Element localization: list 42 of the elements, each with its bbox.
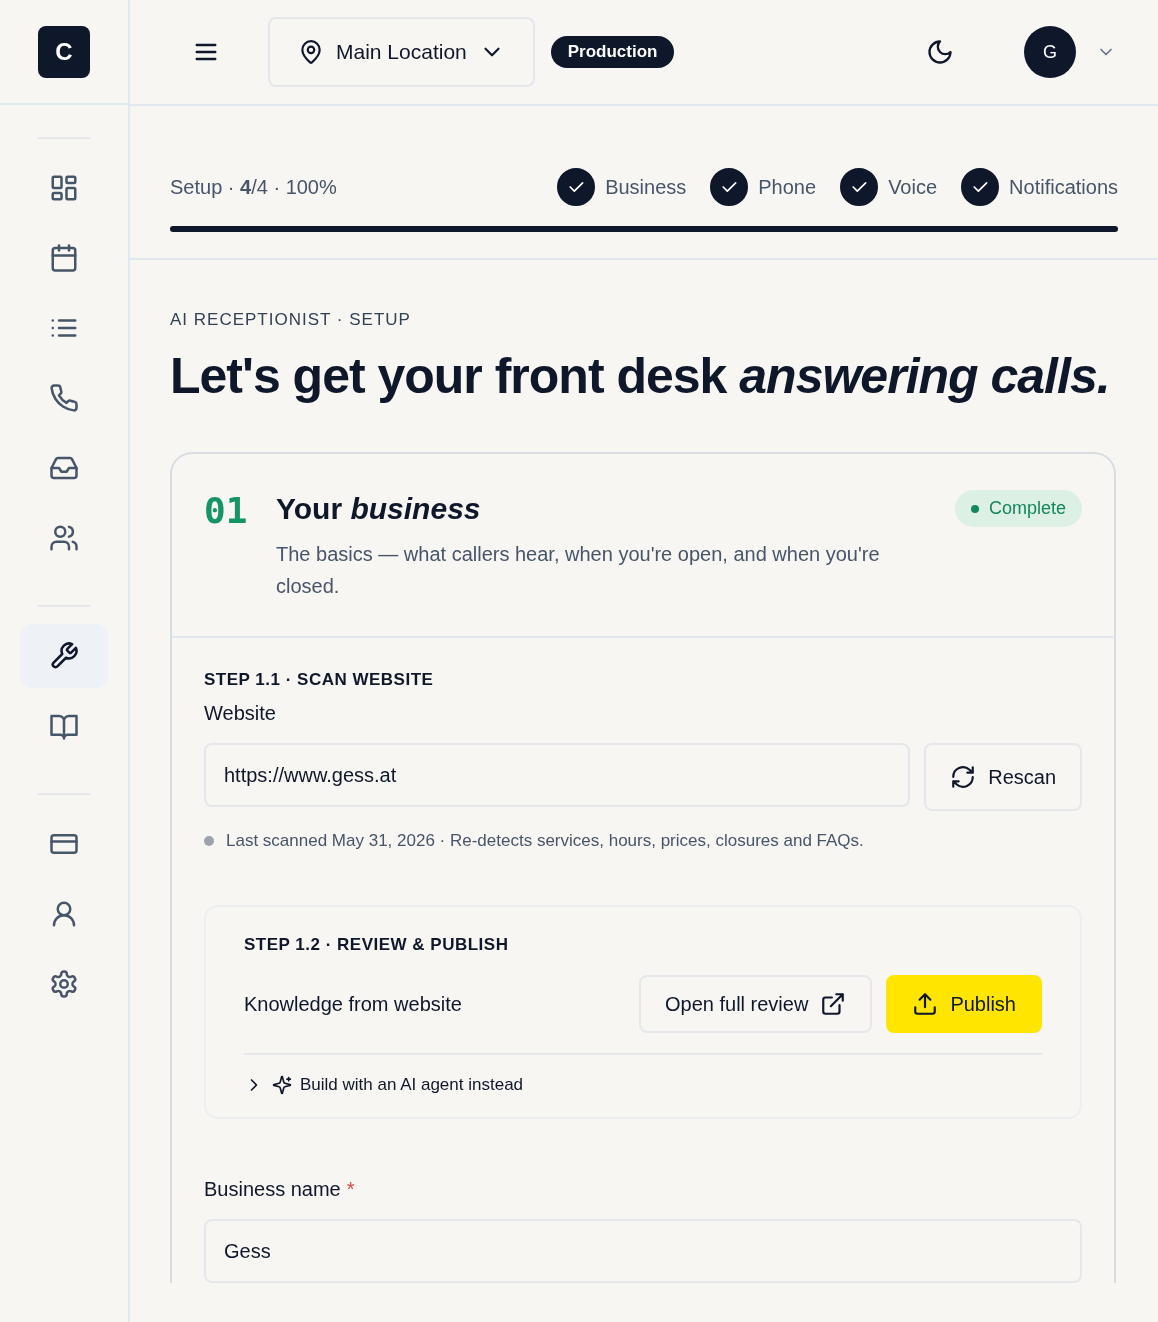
setup-step[interactable]: Notifications [961, 168, 1118, 206]
app-logo[interactable]: C [38, 25, 90, 78]
location-dropdown[interactable]: Main Location [268, 17, 535, 87]
external-link-icon [820, 991, 847, 1017]
field-label: Business name [204, 1177, 341, 1201]
setup-progress-summary: Setup · 4/4 · 100% [170, 175, 337, 199]
dashboard-icon [49, 173, 79, 203]
review-label: Knowledge from website [244, 992, 462, 1016]
rescan-button[interactable]: Rescan [924, 743, 1082, 811]
status-dot [204, 836, 214, 846]
moon-icon [926, 38, 954, 66]
calendar-icon [49, 243, 79, 273]
settings-icon [49, 969, 79, 999]
section-title: Your business [276, 491, 482, 527]
location-pin-icon [298, 39, 324, 65]
setup-step[interactable]: Business [557, 168, 687, 206]
sparkle-icon [272, 1075, 292, 1095]
ai-agent-expander[interactable]: Build with an AI agent instead [244, 1075, 524, 1095]
field-label: Website [204, 702, 277, 725]
refresh-icon [950, 764, 977, 790]
section-description: The basics — what callers hear, when you're open, and when you're closed. [276, 542, 881, 599]
step-heading: STEP 1.2 · REVIEW & PUBLISH [244, 935, 510, 955]
page-eyebrow: AI RECEPTIONIST · SETUP [170, 310, 411, 330]
step-heading: STEP 1.1 · SCAN WEBSITE [204, 670, 435, 690]
business-name-input-field[interactable]: Gess [204, 1219, 1082, 1283]
scan-note: Last scanned May 31, 2026 · Re-detects services, hours, prices, closures and FAQs. [226, 831, 864, 851]
avatar[interactable]: G [1024, 26, 1076, 78]
wrench-icon [49, 641, 79, 671]
users-icon [49, 523, 79, 553]
upload-icon [912, 991, 939, 1017]
required-asterisk: * [346, 1177, 355, 1201]
page-headline: Let's get your front desk answering calls. [170, 347, 1110, 406]
status-badge: Complete [954, 490, 1082, 527]
open-review-button[interactable]: Open full review [639, 975, 873, 1033]
publish-button[interactable]: Publish [886, 975, 1042, 1033]
setup-step[interactable]: Phone [710, 168, 817, 206]
sidebar-nav-item[interactable] [20, 624, 108, 688]
phone-icon [49, 383, 79, 413]
section-number: 01 [204, 490, 249, 531]
website-input-field[interactable]: https://www.gess.at [204, 743, 911, 807]
environment-badge: Production [550, 36, 675, 68]
setup-step[interactable]: Voice [840, 168, 938, 206]
